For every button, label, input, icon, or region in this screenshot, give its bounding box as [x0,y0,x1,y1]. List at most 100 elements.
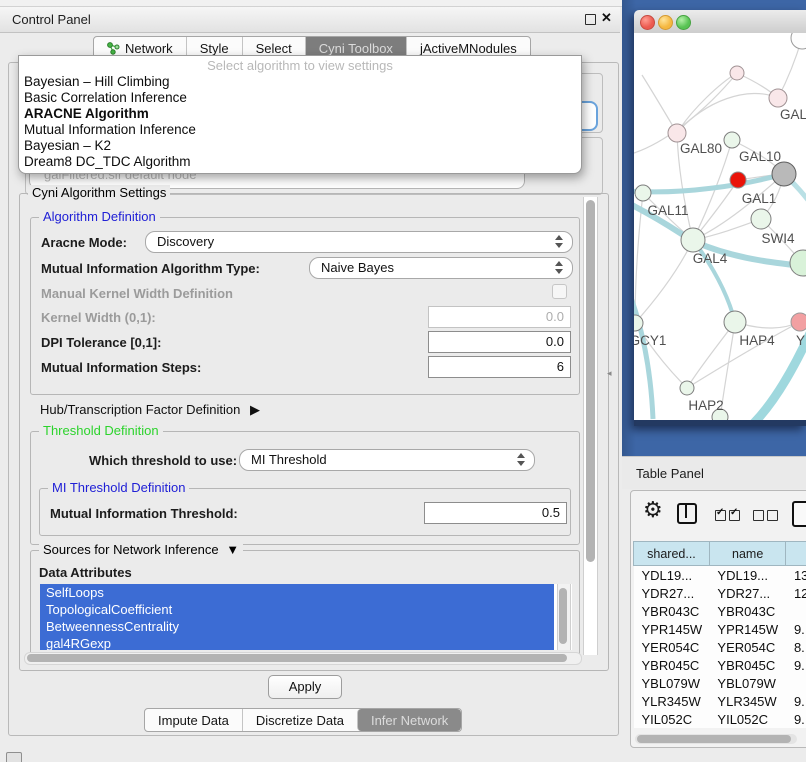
tab-impute-data[interactable]: Impute Data [145,709,242,731]
node-gal11[interactable] [635,185,651,201]
table-row[interactable]: YBR043CYBR043C [634,602,806,620]
apply-button[interactable]: Apply [268,675,342,699]
table-row[interactable]: YDR27...YDR27...12 [634,584,806,602]
cell[interactable]: YLR345W [709,692,786,710]
column-header-cut[interactable] [786,542,806,566]
table-row[interactable]: YLR345WYLR345W9. [634,692,806,710]
sources-title[interactable]: Sources for Network Inference ▼ [39,542,243,557]
dpi-tolerance-field[interactable]: 0.0 [428,331,571,353]
cell[interactable]: 9. [786,620,806,638]
list-item[interactable]: SelfLoops [40,584,554,601]
cell[interactable]: YER054C [709,638,786,656]
cell[interactable]: 9. [786,656,806,674]
cell[interactable]: YDR27... [709,584,786,602]
cell[interactable]: YDL19... [709,566,786,585]
table-hscroll-thumb[interactable] [637,735,791,743]
hub-definition-expander[interactable]: Hub/Transcription Factor Definition ▶ [40,402,260,418]
node-hap4[interactable] [724,311,746,333]
node-salmon[interactable] [791,313,806,331]
node-pink-small[interactable] [730,66,744,80]
cell[interactable]: YBR045C [709,656,786,674]
deselect-all-columns-icon[interactable] [753,510,778,521]
cell[interactable] [786,602,806,620]
cell[interactable]: YIL052C [709,710,786,728]
new-table-icon[interactable] [792,501,806,527]
tab-infer-network[interactable]: Infer Network [357,709,461,731]
list-item[interactable]: BetweennessCentrality [40,618,554,635]
cell[interactable]: YBL079W [709,674,786,692]
node-red-selected[interactable] [730,172,746,188]
node-table[interactable]: shared... name YDL19...YDL19...13 YDR27.… [633,541,806,728]
tab-discretize-data[interactable]: Discretize Data [242,709,357,731]
algorithm-option-selected[interactable]: ARACNE Algorithm [19,106,581,122]
table-row[interactable]: YBR045CYBR045C9. [634,656,806,674]
columns-icon[interactable] [677,503,697,524]
which-threshold-combobox[interactable]: MI Threshold [239,449,535,471]
cell[interactable]: YBR043C [634,602,710,620]
algorithm-option[interactable]: Bayesian – K2 [19,138,581,154]
zoom-traffic-light[interactable] [676,15,691,30]
algorithm-option[interactable]: Dream8 DC_TDC Algorithm [19,154,581,170]
node-gal80[interactable] [668,124,686,142]
mi-type-combobox[interactable]: Naive Bayes [309,257,573,279]
settings-horizontal-scrollbar[interactable] [24,652,582,665]
column-header-name[interactable]: name [709,542,786,566]
list-item[interactable]: TopologicalCoefficient [40,601,554,618]
close-icon[interactable]: ✕ [601,10,612,26]
cell[interactable]: 13 [786,566,806,585]
settings-vertical-scrollbar[interactable] [583,197,598,655]
list-scrollbar-thumb[interactable] [559,588,567,644]
manual-kernel-checkbox[interactable] [552,284,567,299]
splitpane-handle-icon[interactable]: ◂ [607,368,612,379]
node-gal-cut[interactable] [769,89,787,107]
algorithm-option[interactable]: Mutual Information Inference [19,122,581,138]
cell[interactable]: 9. [786,692,806,710]
cell[interactable]: 8. [786,638,806,656]
table-row[interactable]: YPR145WYPR145W9. [634,620,806,638]
cell[interactable]: YBL079W [634,674,710,692]
algorithm-option[interactable]: Bayesian – Hill Climbing [19,74,581,90]
gear-icon[interactable]: ⚙ [643,497,663,523]
aracne-mode-combobox[interactable]: Discovery [145,231,573,253]
cell[interactable]: 12 [786,584,806,602]
select-all-columns-icon[interactable] [715,510,740,521]
node-unlabeled-top[interactable] [791,33,806,49]
cell[interactable]: YDL19... [634,566,710,585]
cell[interactable] [786,674,806,692]
table-row[interactable]: YIL052CYIL052C9. [634,710,806,728]
network-canvas[interactable]: GAL80 GAL10 GAL11 GAL1 GAL4 SWI4 GCY1 HA… [634,33,806,420]
node-gray[interactable] [772,162,796,186]
cell[interactable]: YLR345W [634,692,710,710]
minimize-traffic-light[interactable] [658,15,673,30]
nodes[interactable] [634,33,806,420]
cell[interactable]: YPR145W [634,620,710,638]
node-hap2[interactable] [680,381,694,395]
settings-hscroll-thumb[interactable] [27,654,567,662]
bottom-left-panel-icon[interactable] [6,752,22,762]
data-attributes-list[interactable]: SelfLoops TopologicalCoefficient Between… [40,584,572,650]
kernel-width-field[interactable]: 0.0 [428,306,571,328]
node-gal4[interactable] [681,228,705,252]
node-swi4[interactable] [790,250,806,276]
close-traffic-light[interactable] [640,15,655,30]
mi-threshold-field[interactable]: 0.5 [424,502,567,524]
float-window-icon[interactable] [585,14,596,25]
table-row[interactable]: YER054CYER054C8. [634,638,806,656]
list-vertical-scrollbar[interactable] [557,584,571,650]
algorithm-option[interactable]: Basic Correlation Inference [19,90,581,106]
cell[interactable]: YIL052C [634,710,710,728]
list-item[interactable]: gal4RGexp [40,635,554,650]
node-gal10[interactable] [724,132,740,148]
cell[interactable]: YBR045C [634,656,710,674]
cell[interactable]: YER054C [634,638,710,656]
column-header-shared-name[interactable]: shared... [634,542,710,566]
cell[interactable]: YBR043C [709,602,786,620]
node-gal1[interactable] [751,209,771,229]
table-row[interactable]: YDL19...YDL19...13 [634,566,806,585]
table-horizontal-scrollbar[interactable] [635,734,797,744]
network-window-titlebar[interactable] [634,10,806,34]
mi-steps-field[interactable]: 6 [428,356,571,378]
cell[interactable]: YDR27... [634,584,710,602]
cell[interactable]: YPR145W [709,620,786,638]
cell[interactable]: 9. [786,710,806,728]
